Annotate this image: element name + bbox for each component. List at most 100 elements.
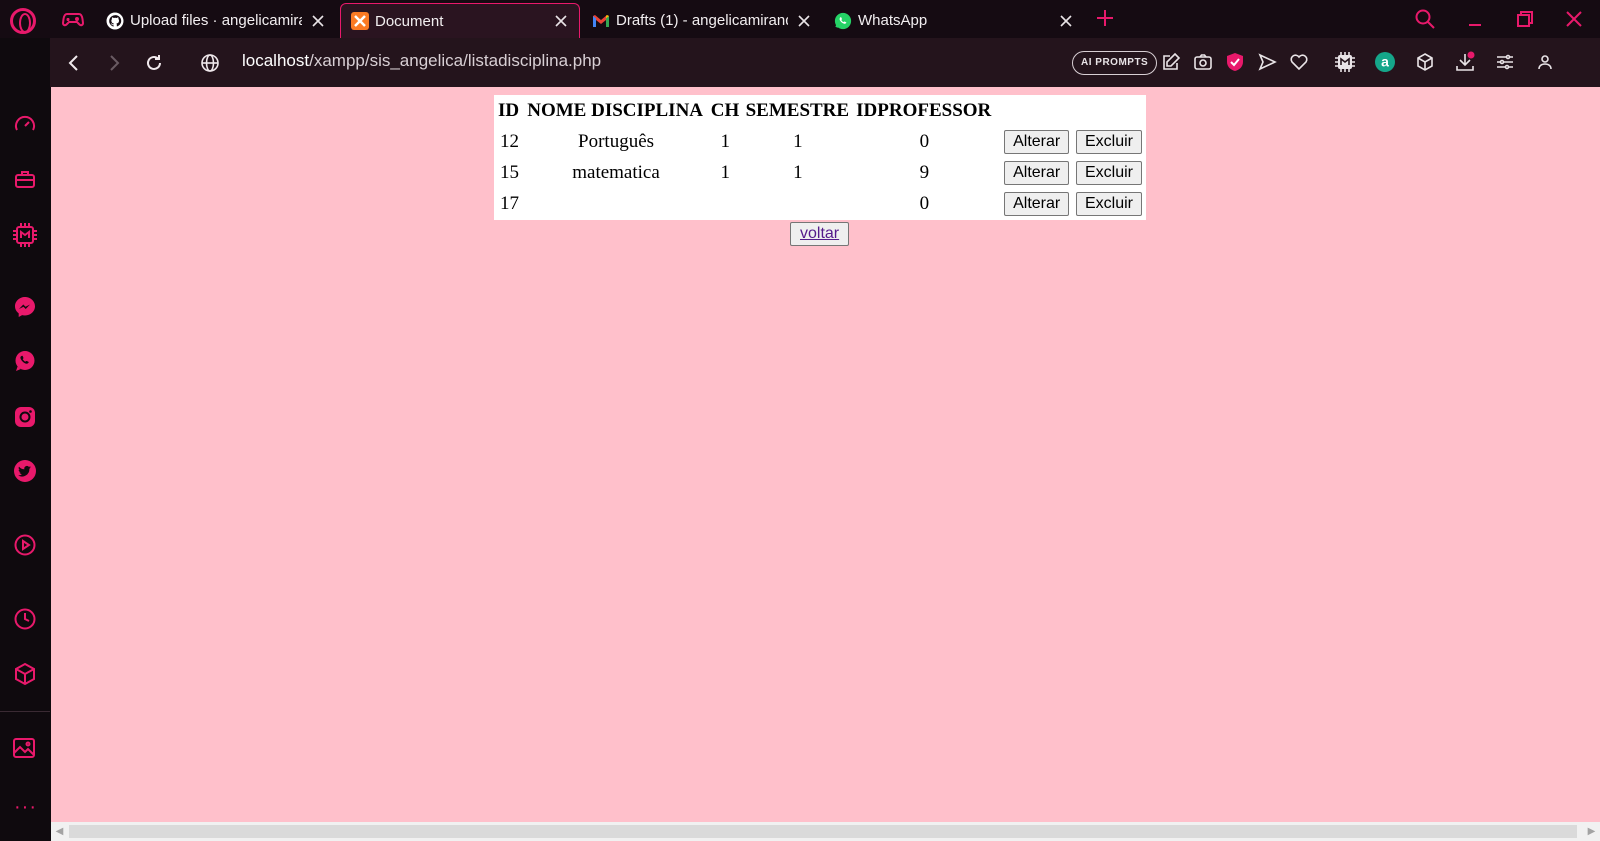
close-tab-icon[interactable] [553,13,569,29]
cell-id: 12 [500,130,519,152]
gx-control-icon[interactable] [12,222,38,248]
player-icon[interactable] [12,532,38,558]
gallery-icon[interactable] [12,735,38,761]
close-tab-icon[interactable] [1058,13,1074,29]
back-icon[interactable] [62,51,86,75]
table-row: 15 matematica 1 1 9 Alterar Excluir [496,158,1144,187]
github-icon [106,12,124,30]
downloads-icon[interactable] [1454,51,1476,73]
new-tab-icon[interactable] [1095,8,1117,30]
tab-whatsapp[interactable]: WhatsApp [824,3,1084,38]
cell-idprofessor: 0 [919,192,930,214]
gamepad-icon[interactable] [61,10,85,28]
url-path: /xampp/sis_angelica/listadisciplina.php [309,51,602,70]
cell-semestre [744,189,853,218]
excluir-button[interactable]: Excluir [1075,160,1142,185]
close-tab-icon[interactable] [796,13,812,29]
cell-idprofessor: 0 [919,130,930,152]
easy-setup-icon[interactable] [1494,51,1516,73]
tab-title: Drafts (1) - angelicamirand [616,12,788,29]
twitter-icon[interactable] [12,458,38,484]
tab-document[interactable]: Document [340,3,580,38]
extensions-icon[interactable] [12,166,38,192]
cell-nome: matematica [572,161,660,183]
cell-actions: Alterar Excluir [997,189,1144,218]
cell-semestre: 1 [793,130,803,152]
voltar-container: voltar [790,222,850,246]
table-row: 12 Português 1 1 0 Alterar Excluir [496,127,1144,156]
opera-logo-icon[interactable] [10,8,36,34]
restore-icon[interactable] [1514,8,1538,30]
aria-ai-icon[interactable]: a [1374,51,1396,73]
close-tab-icon[interactable] [310,13,326,29]
table-row: 17 0 Alterar Excluir [496,189,1144,218]
edit-share-icon[interactable] [1160,51,1182,73]
cell-nome [525,189,707,218]
reload-icon[interactable] [142,51,166,75]
cell-actions: Alterar Excluir [997,127,1144,156]
minimize-icon[interactable] [1464,8,1488,30]
cell-ch: 1 [720,130,730,152]
send-flow-icon[interactable] [1256,51,1278,73]
cell-id: 15 [500,161,519,183]
header-semestre: SEMESTRE [745,100,850,121]
header-idprofessor: IDPROFESSOR [856,100,992,121]
whatsapp-icon [834,12,852,30]
excluir-button[interactable]: Excluir [1075,129,1142,154]
tab-upload-files[interactable]: Upload files · angelicamiran [96,3,336,38]
cell-ch [709,189,742,218]
gmail-icon [592,12,610,30]
forward-icon[interactable] [102,51,126,75]
address-toolbar: localhost/xampp/sis_angelica/listadiscip… [50,38,1600,87]
cell-semestre: 1 [793,161,803,183]
cell-nome: Português [578,130,655,152]
tab-drafts[interactable]: Drafts (1) - angelicamirand [582,3,822,38]
voltar-link[interactable]: voltar [800,225,839,242]
more-icon[interactable]: ··· [14,796,37,819]
tab-title: Document [375,12,444,30]
alterar-button[interactable]: Alterar [1004,129,1070,154]
page-viewport: ID NOME DISCIPLINA CH SEMESTRE IDPROFESS… [51,87,1600,822]
snapshot-camera-icon[interactable] [1192,51,1214,73]
xampp-icon [351,12,369,30]
whatsapp-icon[interactable] [12,348,38,374]
alterar-button[interactable]: Alterar [1004,191,1070,216]
excluir-button[interactable]: Excluir [1075,191,1142,216]
extensions-cube-icon[interactable] [1414,51,1436,73]
sidebar-divider [0,711,50,712]
header-id: ID [498,100,520,121]
cube-icon[interactable] [12,661,38,687]
ai-prompts-button[interactable]: AI PROMPTS [1072,51,1158,75]
adblock-shield-icon[interactable] [1224,51,1246,73]
gx-control-chip-icon[interactable] [1334,51,1356,73]
url-host: localhost [242,51,310,70]
search-tabs-icon[interactable] [1414,8,1438,30]
cell-idprofessor: 9 [919,161,930,183]
profile-icon[interactable] [1534,51,1556,73]
scrollbar-thumb[interactable] [69,825,1577,838]
messenger-icon[interactable] [12,294,38,320]
cell-id: 17 [500,192,519,214]
tab-title: WhatsApp [858,12,928,29]
scroll-left-icon[interactable]: ◀ [51,822,68,841]
header-nome-disciplina: NOME DISCIPLINA [527,100,704,121]
scroll-right-icon[interactable]: ▶ [1583,822,1600,841]
voltar-button[interactable]: voltar [790,222,850,246]
svg-text:a: a [1381,54,1389,70]
tab-title: Upload files · angelicamiran [130,12,302,29]
header-ch: CH [710,100,740,121]
favorites-heart-icon[interactable] [1288,51,1310,73]
history-icon[interactable] [12,606,38,632]
disciplinas-table: ID NOME DISCIPLINA CH SEMESTRE IDPROFESS… [494,95,1146,220]
horizontal-scrollbar[interactable]: ◀ ▶ [51,822,1600,841]
site-info-globe-icon[interactable] [198,51,222,75]
instagram-icon[interactable] [12,404,38,430]
tab-strip: Upload files · angelicamiran Document Dr… [0,0,1600,38]
sidebar: ··· [0,38,50,841]
url-field[interactable]: localhost/xampp/sis_angelica/listadiscip… [242,51,601,71]
table-header-row: ID NOME DISCIPLINA CH SEMESTRE IDPROFESS… [496,97,1144,125]
alterar-button[interactable]: Alterar [1004,160,1070,185]
close-window-icon[interactable] [1563,8,1587,30]
speed-dial-icon[interactable] [12,112,38,138]
cell-ch: 1 [720,161,730,183]
